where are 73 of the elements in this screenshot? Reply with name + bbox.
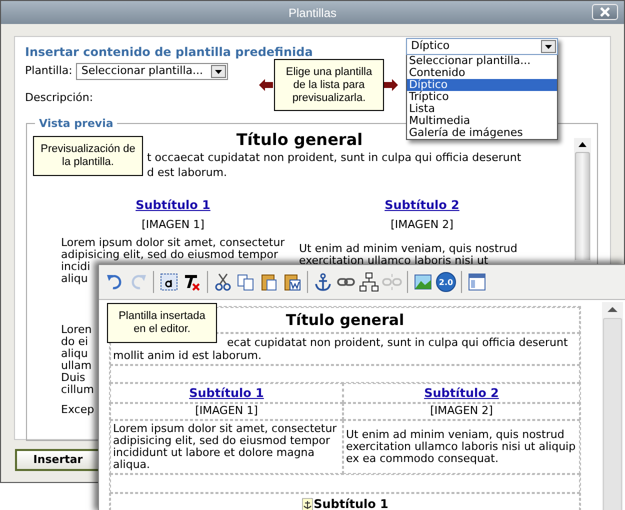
preview-text: t occaecat cupidatat non proident, sunt in culpa qui officia deserunt — [147, 150, 522, 165]
editor-text: Ut enim ad minim veniam, quis nostrud exercitation ullamco laboris nisi ut aliquip ex ea commodo consequat. — [346, 429, 577, 465]
toolbar-button[interactable] — [359, 271, 379, 293]
scrollbar-thumb[interactable] — [575, 152, 590, 260]
dialog-heading: Insertar contenido de plantilla predefinida — [25, 44, 313, 61]
preview-text: Ut enim ad minim veniam, quis nostrud — [299, 243, 518, 255]
subtitle-link[interactable]: Subtítulo 2 — [384, 198, 460, 213]
scrollbar[interactable] — [602, 302, 623, 510]
editor-title: Título general — [286, 310, 404, 331]
placeholder-text: [IMAGEN 1] — [195, 403, 258, 420]
dropdown-option[interactable]: Díptico — [407, 79, 557, 91]
scissors-icon — [213, 272, 233, 292]
preview-text: exercitation ullamco laboris nisi ut — [299, 255, 488, 267]
hierarchy-icon — [359, 272, 379, 292]
scrollbar[interactable] — [574, 138, 591, 262]
window-title: Plantillas — [288, 4, 337, 22]
broken-link-icon — [382, 272, 402, 292]
dropdown-option[interactable]: Contenido — [407, 67, 557, 79]
dropdown-option[interactable]: Multimedia — [407, 115, 557, 127]
preview-text: cillum — [61, 384, 94, 396]
placeholder-text: [IMAGEN 1] — [142, 217, 204, 232]
preview-text: Loren — [61, 324, 92, 336]
field-label: Descripción: — [25, 90, 94, 106]
dropdown-option[interactable]: Galería de imágenes — [407, 127, 557, 139]
copy-icon — [236, 272, 256, 292]
close-button[interactable] — [592, 4, 618, 20]
preview-text: aliqu — [61, 348, 88, 360]
toolbar-button[interactable] — [159, 271, 179, 293]
placeholder-text: [IMAGEN 2] — [430, 403, 493, 420]
preview-text: ullam — [61, 360, 92, 372]
close-icon — [600, 7, 610, 17]
text-box-icon — [159, 272, 179, 292]
hint-callout: Plantilla insertada en el editor. — [107, 303, 217, 343]
word-document-icon — [282, 272, 302, 292]
preview-text: d est laborum. — [147, 165, 228, 180]
template-dropdown[interactable]: Díptico — [406, 38, 558, 55]
preview-text: adipisicing elit, sed do eiusmod tempor — [61, 249, 278, 261]
editor-text: ecat cupidatat non proident, sunt in culpa qui officia deserunt — [227, 336, 568, 349]
window-icon — [467, 272, 487, 292]
toolbar-button[interactable]: 2.0 — [436, 271, 456, 293]
preview-text: do ei — [61, 336, 88, 348]
insert-button[interactable]: Insertar — [15, 449, 101, 471]
preview-text: Duis — [61, 372, 86, 384]
editor-subtitle: Subtítulo 1 — [314, 496, 388, 510]
clipboard-icon — [259, 272, 279, 292]
dropdown-option[interactable]: Seleccionar plantilla... — [407, 55, 557, 67]
preview-text: Lorem ipsum dolor sit amet, consectetur — [61, 237, 285, 249]
dropdown-option[interactable]: Tríptico — [407, 91, 557, 103]
caret-icon — [211, 65, 226, 78]
field-label: Plantilla: — [25, 63, 72, 80]
dropdown-option[interactable]: Lista — [407, 103, 557, 115]
toolbar-button[interactable] — [213, 271, 233, 293]
left-arrow-icon — [259, 79, 273, 91]
preview-legend: Vista previa — [35, 116, 118, 132]
right-arrow-icon — [384, 79, 398, 91]
anchor-icon — [302, 498, 313, 510]
editor-text: mollit anim id est laborum. — [113, 349, 262, 362]
hint-callout: Previsualización de la plantilla. — [33, 136, 143, 176]
hint-callout: Elige una plantilla de la lista para previsualizarla. — [274, 59, 384, 111]
editor-text: Lorem ipsum dolor sit amet, consectetur adipisicing elit, sed do eiusmod tempor incididunt ut labore et dolore magna aliqua. — [113, 423, 338, 471]
anchor-icon — [313, 272, 333, 292]
preview-text: aliqu — [61, 273, 88, 285]
caret-icon — [541, 40, 556, 53]
scrollbar-thumb[interactable] — [603, 318, 622, 510]
picture-icon — [413, 272, 433, 292]
subtitle-link[interactable]: Subtítulo 1 — [136, 198, 210, 213]
toolbar-button[interactable] — [313, 271, 333, 293]
placeholder-text: [IMAGEN 2] — [390, 217, 454, 232]
preview-title: Título general — [236, 130, 363, 150]
clear-format-icon — [182, 272, 202, 292]
preview-text: incidi — [61, 261, 90, 273]
template-select[interactable]: Seleccionar plantilla... — [76, 63, 228, 80]
preview-text: Excep — [61, 402, 94, 417]
